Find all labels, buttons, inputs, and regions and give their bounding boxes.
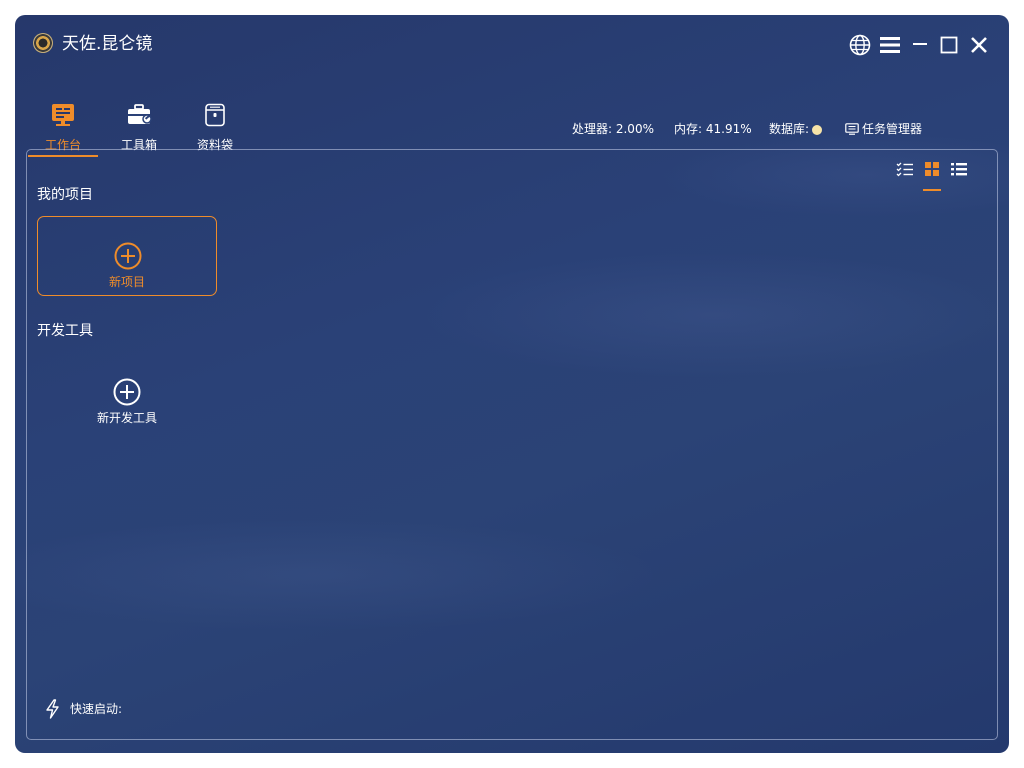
view-list-icon[interactable]	[950, 161, 968, 179]
plus-circle-icon	[113, 378, 141, 406]
folder-bag-icon	[203, 103, 227, 127]
menu-icon[interactable]	[878, 33, 902, 57]
database-status-dot	[812, 125, 822, 135]
new-devtool-button[interactable]: 新开发工具	[73, 375, 181, 435]
task-manager-button[interactable]: 任务管理器	[845, 121, 922, 137]
lightning-icon	[45, 699, 61, 719]
active-view-underline	[923, 189, 941, 191]
app-title: 天佐.昆仑镜	[62, 34, 153, 54]
view-checklist-icon[interactable]	[896, 161, 914, 179]
app-logo-icon	[33, 33, 53, 53]
plus-circle-icon	[114, 242, 142, 270]
view-grid-icon[interactable]	[923, 161, 941, 179]
database-label: 数据库:	[769, 122, 810, 136]
projects-section-title: 我的项目	[37, 187, 93, 203]
new-project-button[interactable]: 新项目	[37, 216, 217, 296]
globe-icon[interactable]	[848, 33, 872, 57]
cpu-usage: 处理器: 2.00%	[572, 122, 654, 136]
title-bar[interactable]: 天佐.昆仑镜	[15, 15, 1009, 73]
new-devtool-label: 新开发工具	[96, 411, 157, 425]
devtools-section-title: 开发工具	[37, 323, 93, 339]
toolbox-icon	[127, 103, 152, 127]
minimize-icon[interactable]	[908, 33, 932, 57]
close-icon[interactable]	[967, 33, 991, 57]
tab-workbench[interactable]: 工作台	[28, 89, 98, 157]
tab-toolbox[interactable]: 工具箱	[104, 89, 174, 157]
tab-resources[interactable]: 资料袋	[180, 89, 250, 157]
new-project-label: 新项目	[108, 275, 145, 289]
task-manager-label: 任务管理器	[862, 122, 923, 136]
memory-usage: 内存: 41.91%	[674, 122, 752, 136]
task-manager-icon	[845, 123, 859, 135]
maximize-icon[interactable]	[937, 33, 961, 57]
quick-launch-label: 快速启动:	[70, 702, 123, 716]
app-window: 天佐.昆仑镜 工作台 工具箱 资料袋 处理器: 2.00% 内存: 41.91%…	[15, 15, 1009, 753]
workbench-icon	[51, 103, 75, 127]
